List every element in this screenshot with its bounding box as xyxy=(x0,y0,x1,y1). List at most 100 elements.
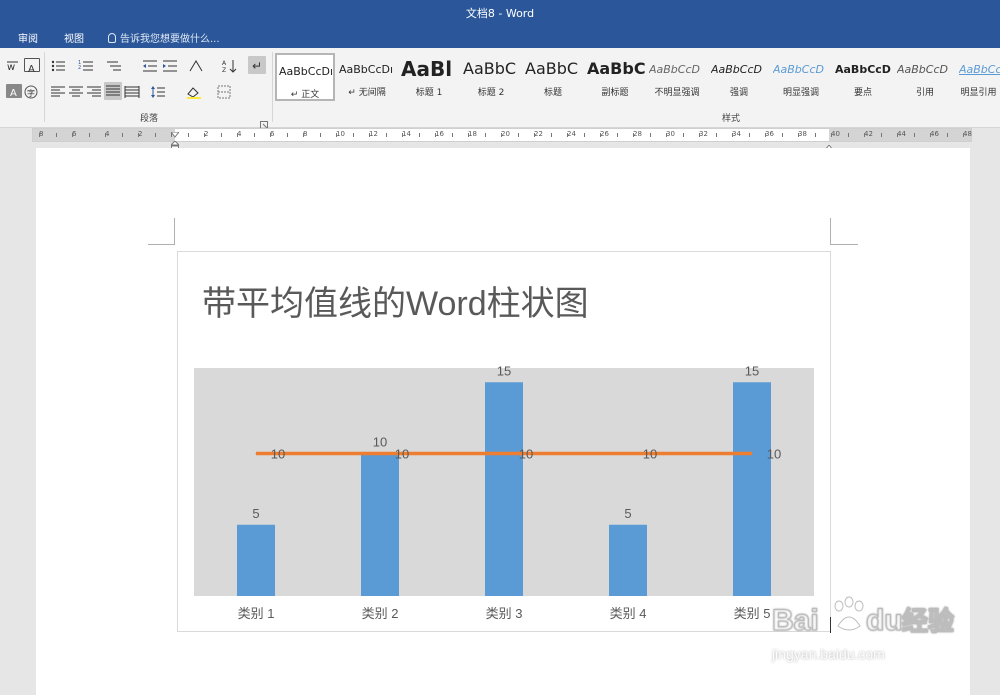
style-strong[interactable]: AaBbCcD 要点 xyxy=(833,53,893,101)
style-preview: AaBbC xyxy=(463,59,517,78)
ruler-number: 22 xyxy=(534,130,543,138)
horizontal-ruler[interactable]: 8 6 4 2 2 4 6 8 10 12 14 16 18 20 22 24 26 28 30 32 34 36 38 40… xyxy=(32,125,972,151)
ruler-tick xyxy=(600,133,601,137)
svg-text:du: du xyxy=(866,604,903,637)
paragraph-group-label: 段落 xyxy=(140,114,159,124)
ruler-number: 16 xyxy=(435,130,444,138)
ruler-tick xyxy=(88,133,90,137)
align-left-icon[interactable] xyxy=(50,84,66,98)
bar[interactable] xyxy=(609,524,647,596)
style-normal[interactable]: AaBbCcDı ↵ 正文 xyxy=(275,53,335,101)
ruler-number: 46 xyxy=(930,130,939,138)
average-data-label: 10 xyxy=(271,447,285,462)
ruler-tick xyxy=(798,133,799,137)
bar[interactable] xyxy=(485,382,523,596)
hanging-indent-marker[interactable] xyxy=(169,136,181,151)
bar-data-label: 15 xyxy=(497,363,511,378)
tab-review[interactable]: 审阅 xyxy=(18,30,38,45)
average-data-label: 10 xyxy=(519,447,533,462)
ruler-tick xyxy=(534,133,535,137)
style-preview: AaBbCcDı xyxy=(279,65,333,78)
style-subtle-emphasis[interactable]: AaBbCcD 不明显强调 xyxy=(647,53,707,101)
ruler-number: 32 xyxy=(699,130,708,138)
ruler-tick xyxy=(237,133,238,137)
character-border-icon[interactable]: A xyxy=(24,58,40,75)
justify-icon[interactable] xyxy=(104,82,122,100)
character-shading-icon[interactable]: A xyxy=(6,84,22,99)
ruler-tick xyxy=(682,133,684,137)
ruler-number: 10 xyxy=(336,130,345,138)
bar[interactable] xyxy=(361,453,399,597)
numbering-icon[interactable]: 12 xyxy=(78,58,94,72)
style-intense-emphasis[interactable]: AaBbCcD 明显强调 xyxy=(771,53,831,101)
svg-text:Z: Z xyxy=(222,67,226,73)
svg-text:w: w xyxy=(7,62,15,73)
style-heading-2[interactable]: AaBbC 标题 2 xyxy=(461,53,521,101)
first-line-indent-marker[interactable] xyxy=(169,125,181,138)
style-subtitle[interactable]: AaBbC 副标题 xyxy=(585,53,645,101)
asian-layout-icon[interactable] xyxy=(188,58,204,72)
tab-view[interactable]: 视图 xyxy=(64,30,84,45)
svg-text:↵: ↵ xyxy=(252,59,262,73)
style-intense-quote[interactable]: AaBbCcD 明显引用 xyxy=(957,53,1000,101)
ruler-tick xyxy=(649,133,651,137)
show-hide-marks-icon[interactable]: ↵ xyxy=(248,56,266,74)
bar-data-label: 5 xyxy=(252,506,259,521)
ruler-tick xyxy=(138,133,139,137)
svg-text:Bai: Bai xyxy=(772,604,819,637)
bullets-icon[interactable] xyxy=(50,58,66,72)
decrease-indent-icon[interactable] xyxy=(142,58,158,72)
sort-icon[interactable]: AZ xyxy=(222,58,238,74)
chart-svg: 5 类别 1 10 类别 2 15 类别 3 5 类别 4 15 类别 5 10 10 10 10 10 xyxy=(237,363,781,621)
style-title[interactable]: AaBbC 标题 xyxy=(523,53,583,101)
style-preview: AaBbCcD xyxy=(711,63,762,76)
style-name: 明显强调 xyxy=(782,88,819,98)
style-heading-1[interactable]: AaBl 标题 1 xyxy=(399,53,459,101)
ruler-tick xyxy=(121,133,123,137)
multilevel-list-icon[interactable] xyxy=(106,58,122,72)
style-emphasis[interactable]: AaBbCcD 强调 xyxy=(709,53,769,101)
style-no-spacing[interactable]: AaBbCcDı ↵ 无间隔 xyxy=(337,53,397,101)
shading-icon[interactable] xyxy=(186,84,202,99)
average-data-label: 10 xyxy=(395,447,409,462)
average-data-label: 10 xyxy=(643,447,657,462)
title-bar: 文档8 - Word xyxy=(0,0,1000,26)
tell-me-placeholder: 告诉我您想要做什么... xyxy=(120,34,220,45)
ruler-tick xyxy=(715,133,717,137)
ruler-tick xyxy=(963,133,964,137)
svg-text:A: A xyxy=(222,60,227,67)
crop-mark xyxy=(148,244,175,245)
ruler-tick xyxy=(880,133,882,137)
ruler-tick xyxy=(385,133,387,137)
svg-text:经验: 经验 xyxy=(902,606,954,636)
average-line-point xyxy=(379,453,381,454)
ruler-number: 36 xyxy=(765,130,774,138)
ruler-tick xyxy=(435,133,436,137)
distributed-icon[interactable] xyxy=(124,84,140,98)
align-right-icon[interactable] xyxy=(86,84,102,98)
paragraph-launcher-icon[interactable] xyxy=(260,114,268,129)
align-center-icon[interactable] xyxy=(68,84,84,98)
style-preview: AaBbCcD xyxy=(959,63,1000,76)
phonetic-guide-icon[interactable]: w xyxy=(6,58,22,73)
line-spacing-icon[interactable] xyxy=(150,84,166,98)
style-name: ↵ 正文 xyxy=(290,90,320,100)
svg-text:A: A xyxy=(10,88,17,99)
ruler-tick xyxy=(402,133,403,137)
increase-indent-icon[interactable] xyxy=(162,58,178,72)
bar[interactable] xyxy=(237,524,275,596)
style-name: 副标题 xyxy=(601,88,629,98)
style-preview: AaBbCcD xyxy=(897,63,948,76)
chart-area[interactable]: 带平均值线的Word柱状图 5 类别 1 10 类别 2 15 类别 3 5 类别 4 15 类别… xyxy=(177,251,831,632)
borders-icon[interactable] xyxy=(216,84,232,99)
baidu-paw-logo: Bai du 经验 xyxy=(772,596,954,637)
style-quote[interactable]: AaBbCcD 引用 xyxy=(895,53,955,101)
ruler-number: 26 xyxy=(600,130,609,138)
ruler-tick xyxy=(468,133,469,137)
ruler-number: 44 xyxy=(897,130,906,138)
enclose-characters-icon[interactable]: 字 xyxy=(24,84,40,99)
tell-me-box[interactable]: 告诉我您想要做什么... xyxy=(108,30,220,45)
style-preview: AaBbCcD xyxy=(649,63,700,76)
ruler-tick xyxy=(781,133,783,137)
bar[interactable] xyxy=(733,382,771,596)
